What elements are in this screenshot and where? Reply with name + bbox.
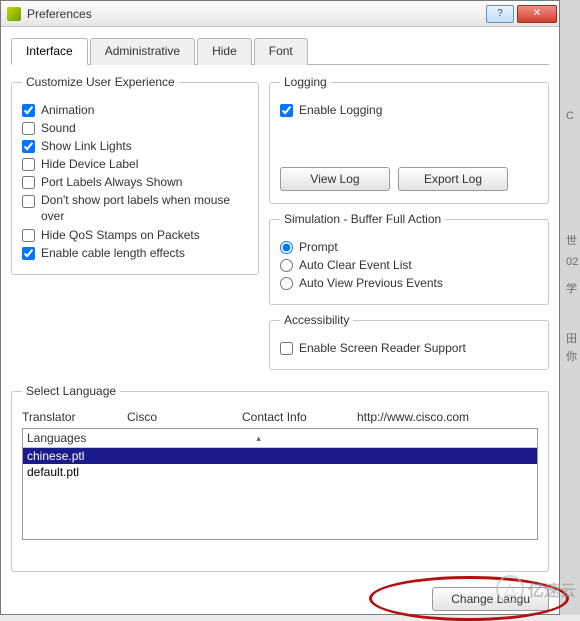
hide-device-label-label: Hide Device Label xyxy=(41,157,138,171)
simulation-legend: Simulation - Buffer Full Action xyxy=(280,212,445,226)
cable-length-checkbox[interactable] xyxy=(22,247,35,260)
port-labels-always-row[interactable]: Port Labels Always Shown xyxy=(22,175,248,189)
list-column-header-label: Languages xyxy=(27,431,86,445)
dont-show-port-hover-checkbox[interactable] xyxy=(22,195,35,208)
port-labels-always-checkbox[interactable] xyxy=(22,176,35,189)
accessibility-group: Accessibility Enable Screen Reader Suppo… xyxy=(269,313,549,370)
sound-label: Sound xyxy=(41,121,76,135)
view-log-button[interactable]: View Log xyxy=(280,167,390,191)
list-column-header[interactable]: Languages ▴ xyxy=(23,429,537,448)
animation-label: Animation xyxy=(41,103,94,117)
hide-device-label-row[interactable]: Hide Device Label xyxy=(22,157,248,171)
enable-logging-row[interactable]: Enable Logging xyxy=(280,103,538,117)
screen-reader-checkbox[interactable] xyxy=(280,342,293,355)
animation-checkbox[interactable] xyxy=(22,104,35,117)
language-headers: Translator Cisco Contact Info http://www… xyxy=(22,408,538,426)
hide-qos-row[interactable]: Hide QoS Stamps on Packets xyxy=(22,228,248,242)
sound-row[interactable]: Sound xyxy=(22,121,248,135)
enable-logging-checkbox[interactable] xyxy=(280,104,293,117)
simulation-group: Simulation - Buffer Full Action Prompt A… xyxy=(269,212,549,305)
hide-qos-checkbox[interactable] xyxy=(22,229,35,242)
cable-length-row[interactable]: Enable cable length effects xyxy=(22,246,248,260)
export-log-button[interactable]: Export Log xyxy=(398,167,508,191)
header-cisco: Cisco xyxy=(127,410,242,424)
background-edge: C 世 02 学 田 你 xyxy=(560,0,580,615)
header-contact: Contact Info xyxy=(242,410,357,424)
close-button[interactable]: ✕ xyxy=(517,5,557,23)
sim-auto-clear-label: Auto Clear Event List xyxy=(299,258,412,272)
list-item[interactable]: chinese.ptl xyxy=(23,448,537,464)
hide-qos-label: Hide QoS Stamps on Packets xyxy=(41,228,200,242)
language-list[interactable]: Languages ▴ chinese.ptl default.ptl xyxy=(22,428,538,540)
tab-bar: Interface Administrative Hide Font xyxy=(11,37,549,65)
tab-administrative[interactable]: Administrative xyxy=(90,38,195,65)
sim-auto-clear-row[interactable]: Auto Clear Event List xyxy=(280,258,538,272)
header-url: http://www.cisco.com xyxy=(357,410,538,424)
language-group: Select Language Translator Cisco Contact… xyxy=(11,384,549,572)
show-link-lights-checkbox[interactable] xyxy=(22,140,35,153)
show-link-lights-row[interactable]: Show Link Lights xyxy=(22,139,248,153)
tab-hide[interactable]: Hide xyxy=(197,38,252,65)
screen-reader-row[interactable]: Enable Screen Reader Support xyxy=(280,341,538,355)
accessibility-legend: Accessibility xyxy=(280,313,353,327)
dont-show-port-hover-label: Don't show port labels when mouse over xyxy=(41,193,248,224)
sim-auto-view-row[interactable]: Auto View Previous Events xyxy=(280,276,538,290)
sim-prompt-row[interactable]: Prompt xyxy=(280,240,538,254)
tab-font[interactable]: Font xyxy=(254,38,308,65)
sim-auto-view-radio[interactable] xyxy=(280,277,293,290)
list-item[interactable]: default.ptl xyxy=(23,464,537,480)
change-language-button[interactable]: Change Langu xyxy=(432,587,549,611)
port-labels-always-label: Port Labels Always Shown xyxy=(41,175,182,189)
show-link-lights-label: Show Link Lights xyxy=(41,139,132,153)
sim-auto-clear-radio[interactable] xyxy=(280,259,293,272)
screen-reader-label: Enable Screen Reader Support xyxy=(299,341,466,355)
sim-auto-view-label: Auto View Previous Events xyxy=(299,276,443,290)
window-title: Preferences xyxy=(27,7,486,21)
logging-group: Logging Enable Logging View Log Export L… xyxy=(269,75,549,204)
customize-group: Customize User Experience Animation Soun… xyxy=(11,75,259,275)
tab-interface[interactable]: Interface xyxy=(11,38,88,65)
app-icon xyxy=(7,7,21,21)
header-translator: Translator xyxy=(22,410,127,424)
hide-device-label-checkbox[interactable] xyxy=(22,158,35,171)
sim-prompt-label: Prompt xyxy=(299,240,338,254)
titlebar: Preferences ? ✕ xyxy=(1,1,559,27)
sort-indicator-icon: ▴ xyxy=(256,433,261,444)
enable-logging-label: Enable Logging xyxy=(299,103,382,117)
customize-legend: Customize User Experience xyxy=(22,75,179,89)
cable-length-label: Enable cable length effects xyxy=(41,246,185,260)
dont-show-port-hover-row[interactable]: Don't show port labels when mouse over xyxy=(22,193,248,224)
help-button[interactable]: ? xyxy=(486,5,514,23)
logging-legend: Logging xyxy=(280,75,331,89)
sound-checkbox[interactable] xyxy=(22,122,35,135)
animation-row[interactable]: Animation xyxy=(22,103,248,117)
preferences-window: Preferences ? ✕ Interface Administrative… xyxy=(0,0,560,615)
language-legend: Select Language xyxy=(22,384,120,398)
sim-prompt-radio[interactable] xyxy=(280,241,293,254)
